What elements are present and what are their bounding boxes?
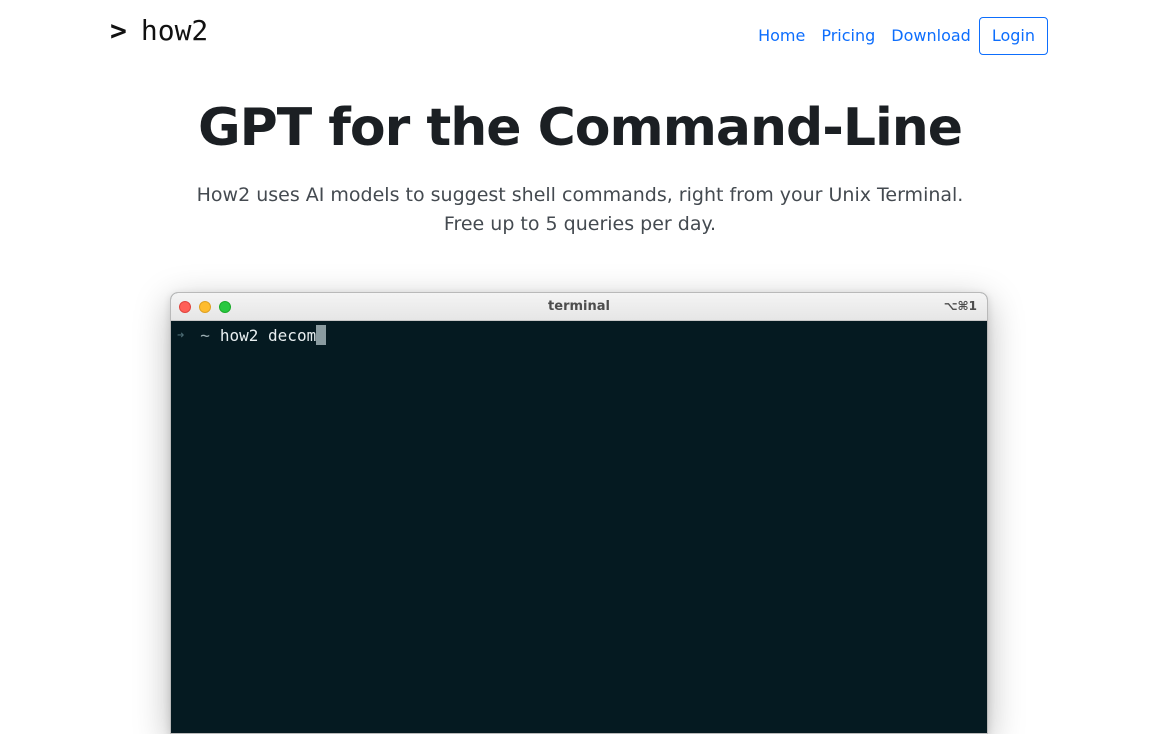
brand-name: how2 [140,14,209,47]
terminal-prompt-line: ➜ ~ how2 decom [177,325,327,345]
nav-link-home[interactable]: Home [758,18,805,54]
brand-logo-link[interactable]: > how2 [110,14,208,47]
nav-link-download[interactable]: Download [891,18,971,54]
terminal-titlebar: terminal ⌥⌘1 [171,293,987,321]
prompt-chevron-icon: > [110,14,127,47]
terminal-window: terminal ⌥⌘1 ➜ ~ how2 decom [170,292,988,734]
prompt-arrow-icon: ➜ [177,328,185,342]
nav-links: Home Pricing Download Login [758,17,1048,55]
terminal-cursor [316,325,327,345]
navbar: > how2 Home Pricing Download Login [0,0,1160,70]
hero-subtitle-line-1: How2 uses AI models to suggest shell com… [196,184,964,206]
terminal-body[interactable]: ➜ ~ how2 decom [171,321,987,733]
page-title: GPT for the Command-Line [197,98,963,158]
prompt-directory: ~ [200,325,210,345]
nav-link-pricing[interactable]: Pricing [821,18,875,54]
terminal-shortcut: ⌥⌘1 [943,299,977,313]
hero-subtitle-line-2: Free up to 5 queries per day. [443,213,717,235]
hero-subtitle: How2 uses AI models to suggest shell com… [0,181,1160,239]
terminal-title: terminal [548,299,610,314]
login-button[interactable]: Login [978,17,1048,55]
terminal-command-text: how2 decom [219,325,317,345]
